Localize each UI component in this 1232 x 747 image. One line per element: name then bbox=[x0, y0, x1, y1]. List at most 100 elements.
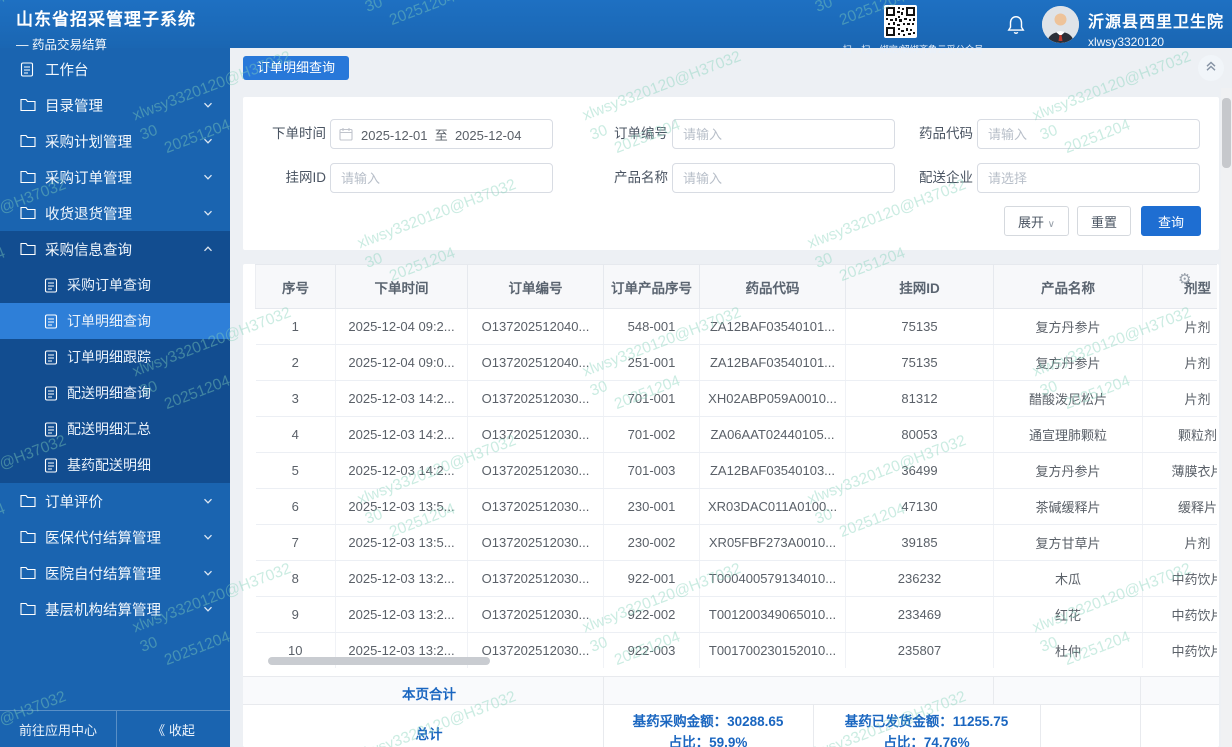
table-cell: 片剂 bbox=[1142, 344, 1217, 381]
column-header: 订单产品序号 bbox=[603, 264, 700, 309]
product-name-input[interactable] bbox=[681, 169, 886, 187]
notification-bell-icon[interactable] bbox=[1005, 14, 1027, 36]
table-cell: 548-001 bbox=[603, 308, 700, 345]
table-row: 2 2025-12-04 09:0... O137202512040... 251-0… bbox=[255, 344, 1217, 381]
vertical-scrollbar[interactable] bbox=[1222, 98, 1231, 168]
horizontal-scrollbar[interactable] bbox=[268, 657, 490, 665]
sidebar-item-receive-return-mgmt[interactable]: 收货退货管理 bbox=[0, 195, 230, 231]
table-cell: 片剂 bbox=[1142, 308, 1217, 345]
table-cell: O137202512030... bbox=[467, 524, 604, 561]
user-info: 沂源县西里卫生院 xlwsy3320120 bbox=[1088, 8, 1224, 49]
chevron-down-icon bbox=[202, 531, 214, 547]
filter-field-order-time[interactable] bbox=[330, 119, 553, 149]
sidebar-item-workbench[interactable]: 工作台 bbox=[0, 51, 230, 87]
collapse-sidebar-button[interactable]: 《 收起 bbox=[117, 711, 230, 747]
table-row: 1 2025-12-04 09:2... O137202512040... 548-0… bbox=[255, 308, 1217, 345]
filter-label-listing-id: 挂网ID bbox=[285, 170, 327, 185]
document-icon bbox=[44, 277, 59, 293]
page-total-row: 本页合计 bbox=[243, 676, 1219, 705]
table-cell: 251-001 bbox=[603, 344, 700, 381]
search-button[interactable]: 查询 bbox=[1141, 206, 1202, 236]
double-chevron-up-icon bbox=[1204, 59, 1218, 78]
drug-code-input[interactable] bbox=[986, 125, 1191, 143]
table-cell: T001200349065010... bbox=[699, 596, 846, 633]
tab-order-detail-query[interactable]: 订单明细查询 bbox=[243, 56, 350, 80]
sidebar-item-purchase-info-query[interactable]: 采购信息查询 bbox=[0, 231, 230, 267]
listing-id-input[interactable] bbox=[339, 169, 544, 187]
sidebar-item-grassroots-settle[interactable]: 基层机构结算管理 bbox=[0, 591, 230, 627]
sidebar-item-purchase-order-mgmt[interactable]: 采购订单管理 bbox=[0, 159, 230, 195]
chevron-down-icon: ∨ bbox=[1047, 218, 1055, 230]
sidebar-item-medical-insurance-settle[interactable]: 医保代付结算管理 bbox=[0, 519, 230, 555]
table-cell: O137202512030... bbox=[467, 452, 604, 489]
table-cell: 922-002 bbox=[603, 596, 700, 633]
filter-field-listing-id[interactable] bbox=[330, 163, 553, 193]
table-cell: 80053 bbox=[845, 416, 994, 453]
order-no-input[interactable] bbox=[681, 125, 886, 143]
sidebar-group-order-evaluation: 订单评价 bbox=[0, 483, 230, 519]
filter-field-product-name[interactable] bbox=[672, 163, 895, 193]
filter-field-order-no[interactable] bbox=[672, 119, 895, 149]
sidebar-item-hospital-self-pay-settle[interactable]: 医院自付结算管理 bbox=[0, 555, 230, 591]
table-row: 9 2025-12-03 13:2... O137202512030... 922-0… bbox=[255, 596, 1217, 633]
sidebar-item-basic-drug-delivery-detail[interactable]: 基药配送明细 bbox=[0, 447, 230, 483]
table-cell: 片剂 bbox=[1142, 524, 1217, 561]
app-center-button[interactable]: 前往应用中心 bbox=[0, 711, 117, 747]
chevron-down-icon bbox=[202, 135, 214, 151]
table-row: 5 2025-12-03 14:2... O137202512030... 701-0… bbox=[255, 452, 1217, 489]
sidebar-item-purchase-order-query[interactable]: 采购订单查询 bbox=[0, 267, 230, 303]
table-cell: 2025-12-03 13:2... bbox=[335, 560, 468, 597]
expand-filters-button[interactable]: 展开 ∨ bbox=[1004, 206, 1069, 236]
filter-field-drug-code[interactable] bbox=[977, 119, 1200, 149]
chevron-down-icon bbox=[202, 495, 214, 511]
chevron-down-icon bbox=[202, 207, 214, 223]
delivery-company-select[interactable] bbox=[986, 169, 1191, 187]
sidebar-item-order-evaluation[interactable]: 订单评价 bbox=[0, 483, 230, 519]
date-range-input[interactable] bbox=[359, 125, 544, 143]
chevron-down-icon bbox=[202, 171, 214, 187]
collapse-panel-button[interactable] bbox=[1198, 55, 1224, 81]
table-cell: 701-003 bbox=[603, 452, 700, 489]
reset-button[interactable]: 重置 bbox=[1077, 206, 1132, 236]
table-cell: 36499 bbox=[845, 452, 994, 489]
sidebar-item-delivery-detail-query[interactable]: 配送明细查询 bbox=[0, 375, 230, 411]
sidebar-item-catalog-mgmt[interactable]: 目录管理 bbox=[0, 87, 230, 123]
table-cell: 木瓜 bbox=[993, 560, 1143, 597]
sidebar-item-label: 目录管理 bbox=[45, 98, 103, 115]
sidebar: 工作台目录管理采购计划管理采购订单管理 收货退货管理采购信息查询 采购订单查询 订单明… bbox=[0, 48, 230, 747]
table-row: 3 2025-12-03 14:2... O137202512030... 701-0… bbox=[255, 380, 1217, 417]
sidebar-item-label: 医院自付结算管理 bbox=[45, 566, 161, 583]
avatar[interactable] bbox=[1042, 6, 1079, 43]
table-cell: 中药饮片 bbox=[1142, 596, 1217, 633]
app-brand: 山东省招采管理子系统 — 药品交易结算 bbox=[16, 5, 196, 53]
sidebar-item-order-detail-query[interactable]: 订单明细查询 bbox=[0, 303, 230, 339]
sidebar-footer: 前往应用中心 《 收起 bbox=[0, 710, 230, 747]
folder-icon bbox=[20, 241, 37, 258]
table-cell: 2025-12-03 13:5... bbox=[335, 524, 468, 561]
sidebar-item-label: 收货退货管理 bbox=[45, 206, 132, 223]
table-cell: O137202512030... bbox=[467, 380, 604, 417]
table-cell: XR05FBF273A0010... bbox=[699, 524, 846, 561]
chevron-up-icon bbox=[202, 243, 214, 259]
table-row: 7 2025-12-03 13:5... O137202512030... 230-0… bbox=[255, 524, 1217, 561]
app-subtitle: — 药品交易结算 bbox=[16, 38, 107, 52]
sidebar-group-hospital-self-pay-settle: 医院自付结算管理 bbox=[0, 555, 230, 591]
table-cell: 75135 bbox=[845, 344, 994, 381]
table-cell: 81312 bbox=[845, 380, 994, 417]
filter-label-delivery-company: 配送企业 bbox=[919, 170, 973, 185]
table-scroll-area: 序号 下单时间 订单编号 订单产品序号 药品代码 挂网ID 产品名称 剂型 1 2025-12-0… bbox=[255, 264, 1217, 668]
sidebar-item-label: 采购订单管理 bbox=[45, 170, 132, 187]
chevron-down-icon bbox=[202, 99, 214, 115]
table-cell: 701-002 bbox=[603, 416, 700, 453]
table-cell: 2025-12-03 14:2... bbox=[335, 380, 468, 417]
sidebar-item-order-detail-track[interactable]: 订单明细跟踪 bbox=[0, 339, 230, 375]
table-header-row: 序号 下单时间 订单编号 订单产品序号 药品代码 挂网ID 产品名称 剂型 bbox=[255, 264, 1217, 309]
filter-field-delivery-company[interactable] bbox=[977, 163, 1200, 193]
sidebar-item-delivery-detail-summary[interactable]: 配送明细汇总 bbox=[0, 411, 230, 447]
table-cell: 复方丹参片 bbox=[993, 344, 1143, 381]
column-header: 订单编号 bbox=[467, 264, 604, 309]
column-settings-gear-icon[interactable]: ⚙ bbox=[1178, 270, 1191, 288]
sidebar-item-label: 订单评价 bbox=[45, 494, 103, 511]
table-cell: ZA12BAF03540101... bbox=[699, 344, 846, 381]
sidebar-item-purchase-plan-mgmt[interactable]: 采购计划管理 bbox=[0, 123, 230, 159]
